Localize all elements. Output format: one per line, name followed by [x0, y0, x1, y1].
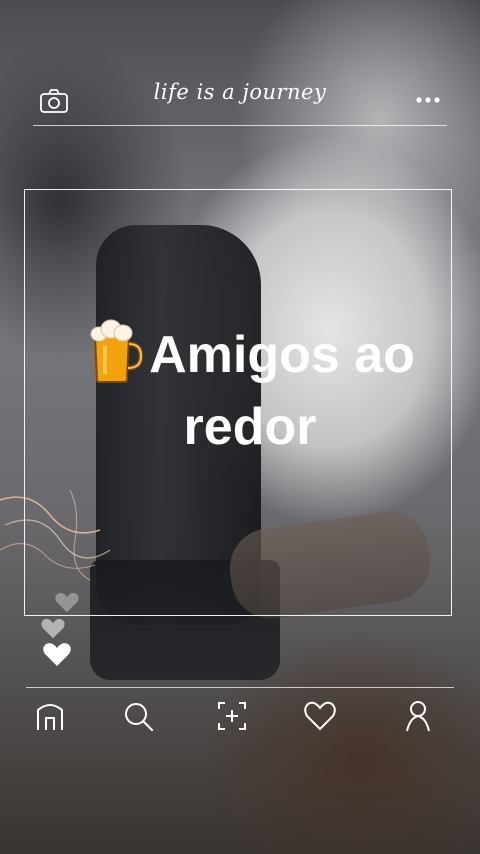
header-title: life is a journey: [153, 80, 327, 104]
add-post-icon: [218, 702, 246, 730]
nav-profile[interactable]: [400, 698, 436, 734]
bottom-nav: [26, 698, 454, 738]
heart-icon-faded: [41, 618, 65, 639]
nav-home[interactable]: [32, 698, 68, 734]
nav-search[interactable]: [120, 698, 156, 734]
headline-line-2: redor: [183, 398, 317, 456]
headline-line-1: Amigos ao: [60, 318, 440, 391]
header-divider: [33, 125, 447, 126]
floating-likes: [40, 592, 79, 672]
profile-icon: [406, 701, 430, 732]
heart-icon-filled: [43, 643, 71, 666]
camera-icon[interactable]: [39, 88, 69, 114]
nav-likes[interactable]: [302, 698, 338, 734]
beer-mug-icon: [90, 319, 144, 383]
headline-line-1-text: Amigos ao: [149, 326, 415, 384]
nav-divider: [26, 687, 454, 688]
nav-add-post[interactable]: [214, 698, 250, 734]
more-dots-icon[interactable]: [415, 96, 441, 104]
home-icon: [37, 704, 63, 730]
post-headline: Amigos ao redor: [60, 318, 440, 463]
heart-icon: [304, 701, 336, 731]
search-icon: [125, 703, 154, 732]
top-bar: life is a journey: [33, 78, 447, 126]
heart-icon-faded: [55, 592, 79, 613]
